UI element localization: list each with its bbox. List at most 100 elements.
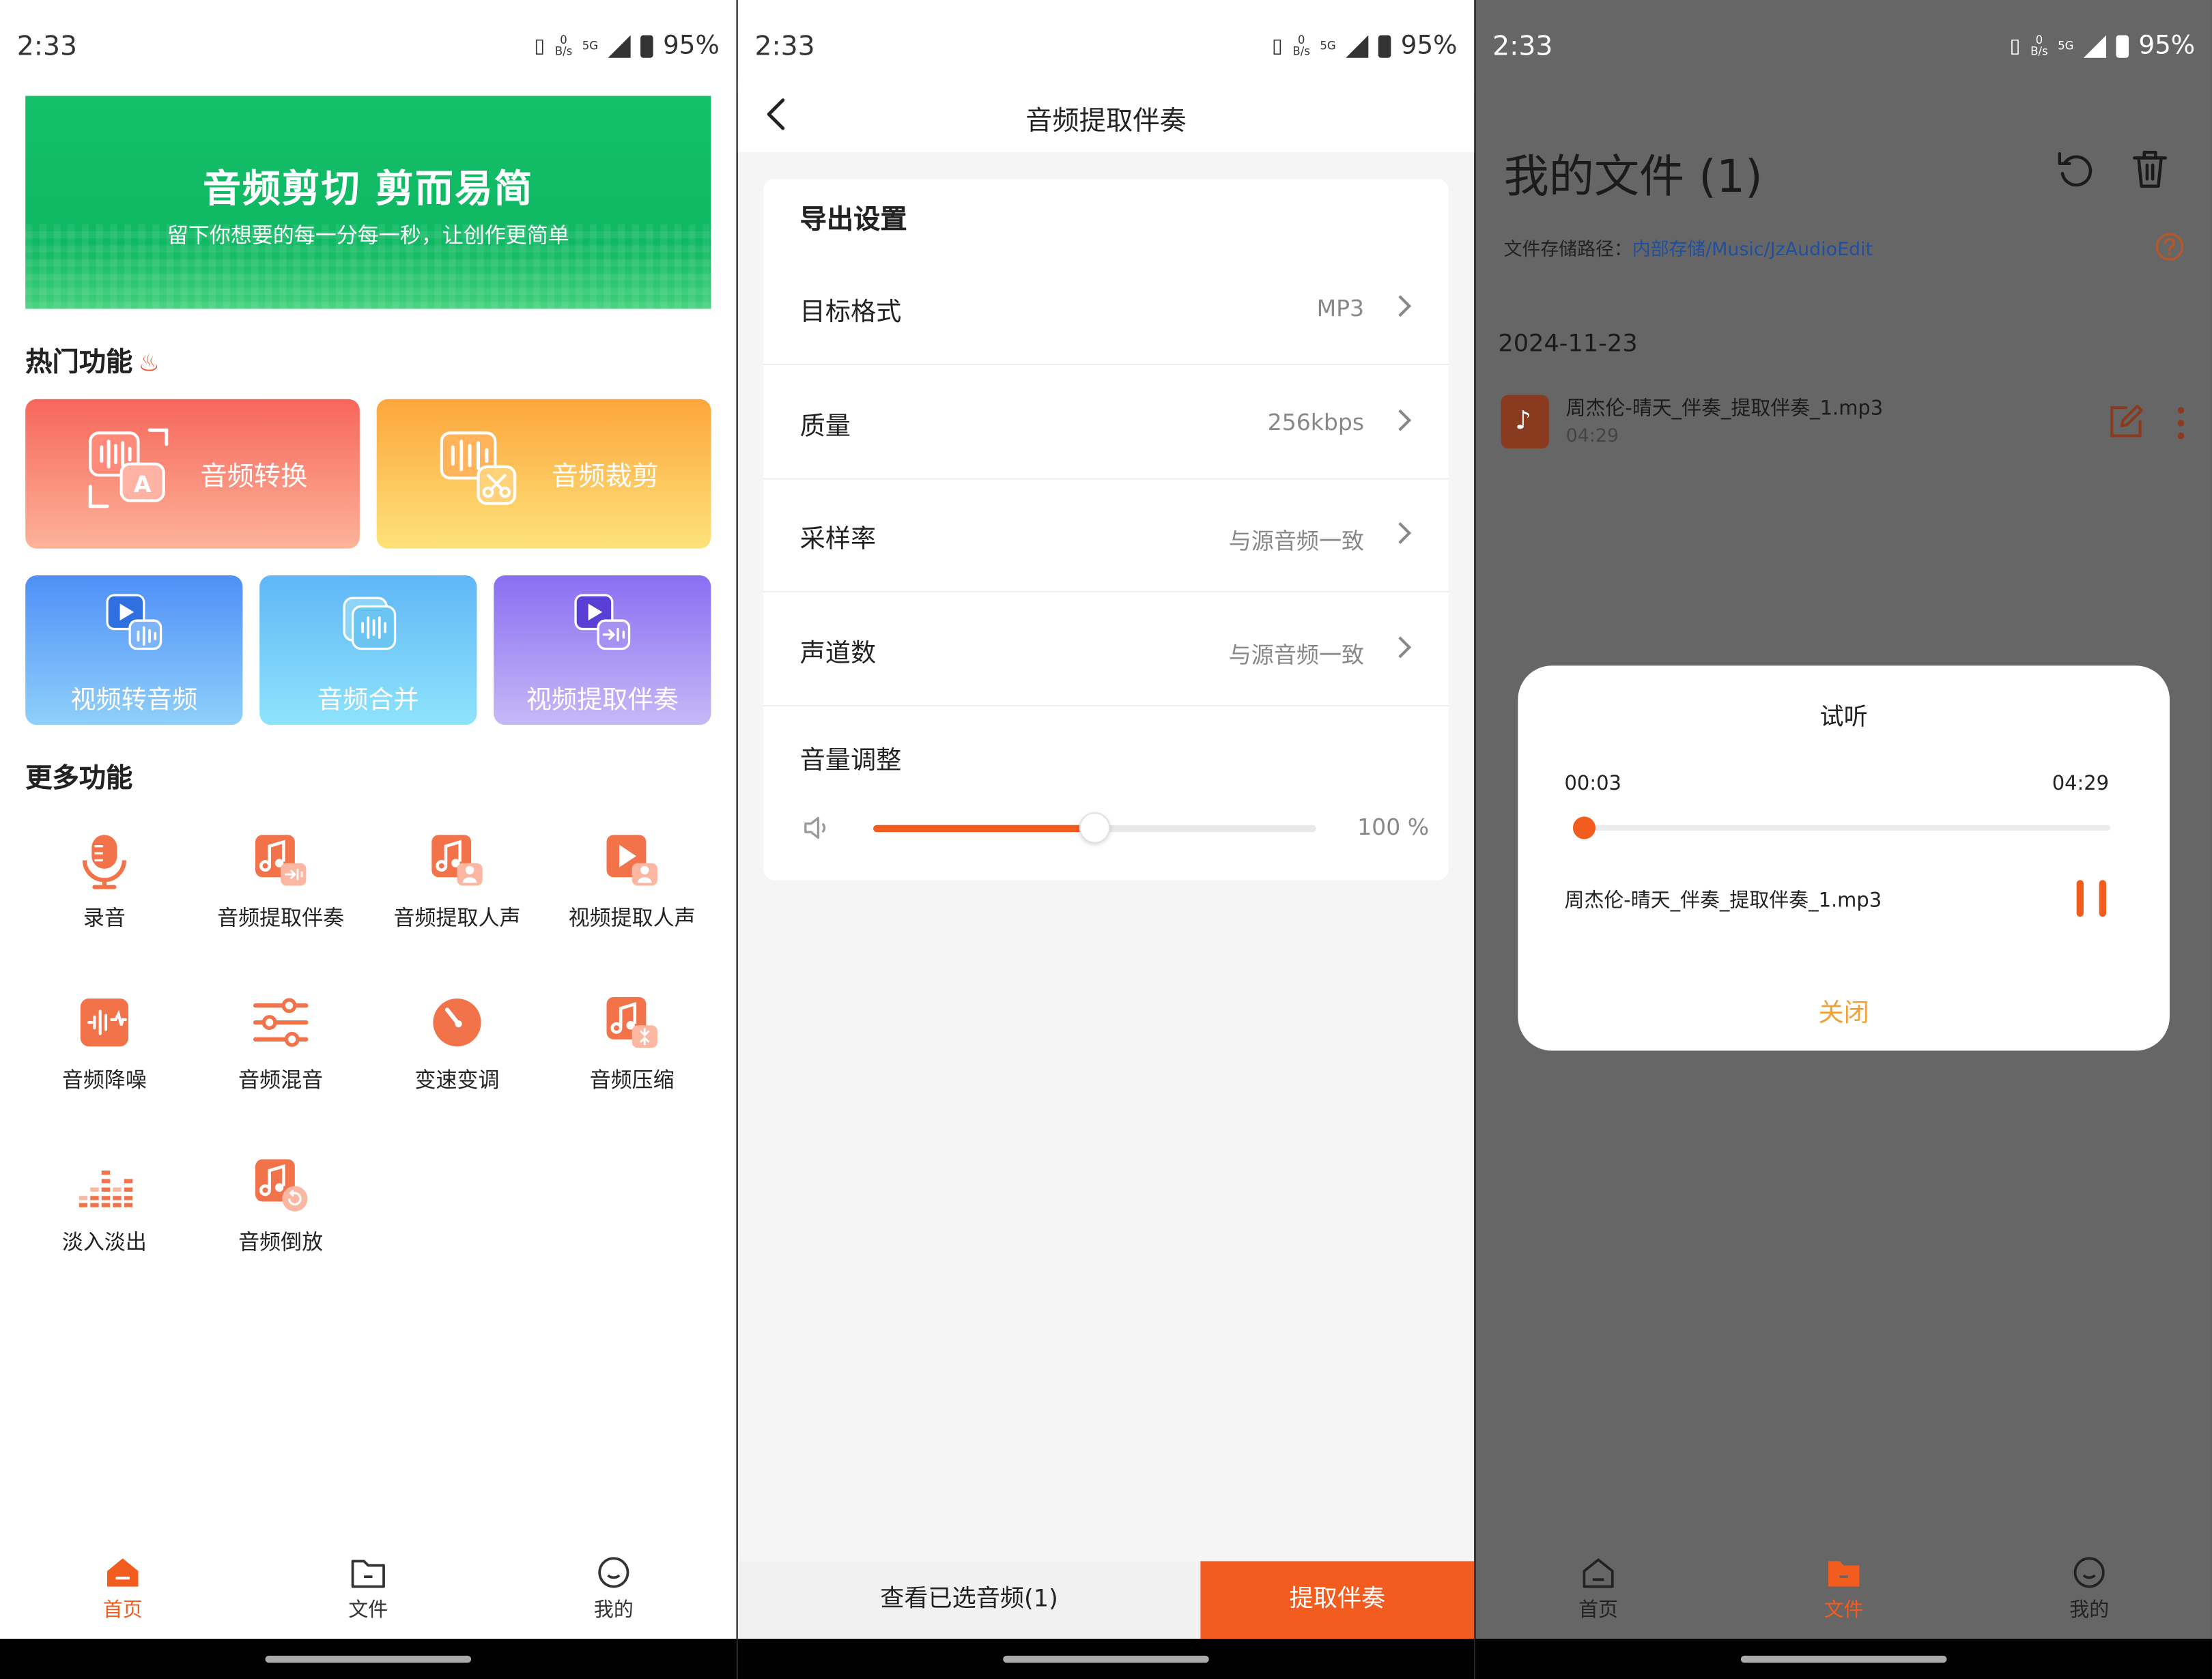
status-time: 2:33 <box>1492 31 1553 62</box>
setting-key: 目标格式 <box>799 297 902 328</box>
help-icon[interactable] <box>2154 231 2185 262</box>
volume-slider[interactable] <box>873 812 1316 844</box>
tool-audio-reverse-label: 音频倒放 <box>238 1229 324 1256</box>
video-to-audio-card[interactable]: 视频转音频 <box>25 575 243 726</box>
tool-fade-label: 淡入淡出 <box>61 1229 147 1256</box>
tool-fade[interactable]: 淡入淡出 <box>17 1153 192 1257</box>
refresh-icon[interactable] <box>2054 148 2097 190</box>
file-duration: 04:29 <box>1565 426 1619 448</box>
setting-key: 采样率 <box>799 524 877 555</box>
setting-row-sample-rate[interactable]: 采样率 与源音频一致 <box>763 480 1449 592</box>
signal-icon <box>608 34 631 57</box>
tool-speed-pitch-label: 变速变调 <box>414 1067 500 1093</box>
tool-audio-compress[interactable]: 音频压缩 <box>545 992 720 1095</box>
chevron-right-icon <box>1398 295 1412 317</box>
close-button[interactable]: 关闭 <box>1518 993 2170 1030</box>
signal-icon <box>2083 34 2106 57</box>
tool-audio-compress-label: 音频压缩 <box>589 1067 675 1093</box>
more-vertical-icon[interactable] <box>2167 403 2195 443</box>
home-screen: 2:33 ▯ 0 B/s 5G 95% 音频剪切 剪而易简 留下你想要的每一分每… <box>0 0 737 1679</box>
tab-files[interactable]: 文件 <box>283 1545 453 1624</box>
nav-gesture-bar <box>0 1639 737 1679</box>
tool-speed-pitch[interactable]: 变速变调 <box>369 992 544 1095</box>
screenshot-root: 2:33 ▯ 0 B/s 5G 95% 音频剪切 剪而易简 留下你想要的每一分每… <box>0 0 2212 1679</box>
file-group-date: 2024-11-23 <box>1498 330 1638 358</box>
video-extract-accompaniment-card[interactable]: 视频提取伴奏 <box>494 575 711 726</box>
setting-row-channels[interactable]: 声道数 与源音频一致 <box>763 594 1449 707</box>
tab-home-label: 首页 <box>1578 1599 1619 1622</box>
flame-icon: ♨ <box>138 349 160 378</box>
tool-video-extract-vocal[interactable]: 视频提取人声 <box>545 829 720 932</box>
audio-convert-label: 音频转换 <box>200 461 308 493</box>
gesture-pill[interactable] <box>1740 1655 1947 1663</box>
speed-pitch-icon <box>433 998 481 1047</box>
tool-noise-reduction-label: 音频降噪 <box>61 1067 147 1093</box>
playback-seekbar-handle[interactable] <box>1572 816 1596 840</box>
setting-key: 声道数 <box>799 639 877 669</box>
tool-audio-extract-vocal[interactable]: 音频提取人声 <box>369 829 544 932</box>
files-screen: 2:33 ▯ 0 B/s 5G 95% 我的文件 (1) 文件存储路径：内部存储… <box>1475 0 2212 1679</box>
edit-icon[interactable] <box>2108 403 2144 440</box>
svg-text:A: A <box>134 471 152 498</box>
audio-cut-card[interactable]: 音频裁剪 <box>376 399 711 549</box>
volume-slider-fill <box>873 824 1095 833</box>
volume-slider-handle[interactable] <box>1079 812 1111 844</box>
storage-path-label: 文件存储路径： <box>1503 240 1632 261</box>
battery-level: 95% <box>663 31 720 61</box>
setting-value: 与源音频一致 <box>1228 527 1365 555</box>
tool-audio-extract-vocal-label: 音频提取人声 <box>393 905 521 931</box>
more-features-title: 更多功能 <box>25 762 133 794</box>
storage-path-link[interactable]: 内部存储/Music/JzAudioEdit <box>1632 240 1873 261</box>
tool-audio-extract-accompaniment-label: 音频提取伴奏 <box>217 905 345 931</box>
tool-mixer[interactable]: 音频混音 <box>193 992 368 1095</box>
tool-recording[interactable]: 录音 <box>17 829 192 932</box>
promo-banner[interactable]: 音频剪切 剪而易简 留下你想要的每一分每一秒，让创作更简单 <box>25 96 711 309</box>
file-name[interactable]: 周杰伦-晴天_伴奏_提取伴奏_1.mp3 <box>1566 393 1884 421</box>
tab-home[interactable]: 首页 <box>1514 1545 1683 1624</box>
tab-files[interactable]: 文件 <box>1759 1545 1929 1624</box>
tab-home[interactable]: 首页 <box>38 1545 208 1624</box>
tool-audio-extract-accompaniment[interactable]: 音频提取伴奏 <box>193 829 368 932</box>
net-rate: 0 B/s <box>1292 33 1310 57</box>
total-time: 04:29 <box>2052 773 2110 796</box>
network-type: 5G <box>1320 38 1336 52</box>
banner-title: 音频剪切 剪而易简 <box>203 167 534 212</box>
top-app-bar: 音频提取伴奏 <box>737 78 1475 153</box>
audio-merge-card[interactable]: 音频合并 <box>259 575 477 726</box>
status-time: 2:33 <box>754 31 815 62</box>
tool-audio-reverse[interactable]: 音频倒放 <box>193 1153 368 1257</box>
tool-recording-label: 录音 <box>83 905 126 931</box>
audio-convert-card[interactable]: A 音频转换 <box>25 399 360 549</box>
playback-seekbar[interactable] <box>1572 816 2111 840</box>
tool-mixer-label: 音频混音 <box>238 1067 324 1093</box>
network-type: 5G <box>582 38 599 52</box>
setting-row-quality[interactable]: 质量 256kbps <box>763 367 1449 480</box>
tab-home-label: 首页 <box>102 1599 143 1622</box>
extract-accompaniment-button[interactable]: 提取伴奏 <box>1200 1561 1475 1639</box>
tab-profile[interactable]: 我的 <box>529 1545 698 1624</box>
video-extract-vocal-icon <box>606 835 657 886</box>
tab-profile[interactable]: 我的 <box>2004 1545 2174 1624</box>
mixer-icon <box>253 998 309 1047</box>
gesture-pill[interactable] <box>1003 1655 1209 1663</box>
tool-noise-reduction[interactable]: 音频降噪 <box>17 992 192 1095</box>
audio-compress-icon <box>606 996 657 1048</box>
net-rate: 0 B/s <box>2030 33 2048 57</box>
setting-key: 质量 <box>799 412 851 442</box>
pause-icon[interactable] <box>2072 880 2114 917</box>
view-selected-button[interactable]: 查看已选音频(1) <box>737 1561 1201 1639</box>
nav-gesture-bar <box>1475 1639 2212 1679</box>
profile-icon <box>2073 1557 2105 1588</box>
export-settings-card: 导出设置 目标格式 MP3 质量 256kbps 采样率 与源音频一致 声道数 … <box>763 179 1449 880</box>
hot-features-title: 热门功能 ♨ <box>25 341 160 379</box>
audio-reverse-icon <box>255 1159 308 1211</box>
setting-row-format[interactable]: 目标格式 MP3 <box>763 253 1449 366</box>
audio-convert-icon: A <box>88 428 169 508</box>
gesture-pill[interactable] <box>265 1655 472 1663</box>
trash-icon[interactable] <box>2130 148 2170 190</box>
audio-cut-icon <box>440 431 517 505</box>
chevron-right-icon <box>1398 522 1412 544</box>
banner-subtitle: 留下你想要的每一分每一秒，让创作更简单 <box>167 223 569 248</box>
chevron-right-icon <box>1398 636 1412 659</box>
home-icon <box>107 1558 139 1587</box>
